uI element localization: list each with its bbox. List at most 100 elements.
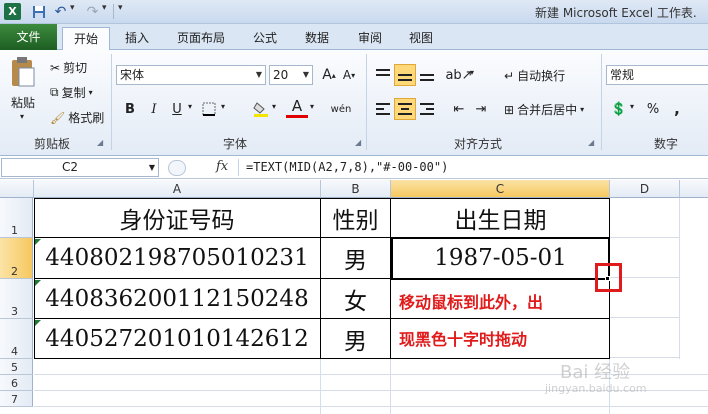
column-header-c[interactable]: C [391,180,610,198]
borders-icon[interactable] [198,98,220,120]
align-center-icon[interactable] [394,98,416,120]
formula-input[interactable]: =TEXT(MID(A2,7,8),"#-00-00") [246,160,448,174]
merge-center-button[interactable]: ⊞ 合并后居中 ▾ [504,101,584,118]
tab-page-layout[interactable]: 页面布局 [170,27,232,49]
increase-indent-icon[interactable]: ⇥ [470,98,492,120]
customize-quick-access-icon[interactable]: ▾ [118,3,123,13]
align-middle-icon[interactable] [394,64,416,86]
redo-icon[interactable]: ↷ [84,3,101,20]
font-color-dropdown-icon[interactable]: ▾ [310,102,314,111]
font-name-value: 宋体 [120,68,145,82]
cell-a3[interactable]: 440836200112150248 [34,279,321,319]
column-header-b[interactable]: B [321,180,391,198]
save-icon[interactable] [30,3,47,20]
font-name-combo[interactable]: 宋体 ▼ [116,65,266,85]
undo-dropdown-icon[interactable]: ▾ [70,3,75,13]
tab-review[interactable]: 审阅 [350,27,390,49]
wrap-text-icon: ↵ [504,68,515,83]
tab-insert[interactable]: 插入 [119,27,155,49]
excel-window: X ↶ ▾ ↷ ▾ ▾ 新建 Microsoft Excel 工作表. 文件 开… [0,0,708,414]
tab-home[interactable]: 开始 [62,27,110,51]
row-header-3[interactable]: 3 [0,279,33,319]
align-left-icon[interactable] [372,98,394,120]
fill-handle[interactable] [605,276,610,281]
column-header-d[interactable]: D [610,180,680,198]
align-bottom-icon[interactable] [416,64,438,86]
font-size-combo[interactable]: 20 ▼ [269,65,313,85]
toolbar-divider [113,4,114,19]
row-header-4[interactable]: 4 [0,319,33,359]
align-right-icon[interactable] [416,98,438,120]
align-top-icon[interactable] [372,64,394,86]
name-box[interactable]: C2 ▼ [1,158,159,177]
row-header-5[interactable]: 5 [0,359,33,375]
row-header-7[interactable]: 7 [0,391,33,407]
alignment-group-label: 对齐方式 [453,137,502,151]
phonetic-button[interactable]: wén [330,98,352,120]
row-header-2[interactable]: 2 [0,238,33,279]
copy-dropdown-icon[interactable]: ▾ [89,88,93,97]
percent-button[interactable]: % [642,98,664,120]
format-painter-button[interactable]: 🖌 格式刷 [50,109,104,126]
underline-dropdown-icon[interactable]: ▾ [188,102,192,111]
font-size-value: 20 [273,68,289,82]
brush-icon: 🖌 [50,110,66,125]
cell-b4[interactable]: 男 [321,319,391,359]
tab-formulas[interactable]: 公式 [245,27,285,49]
cell-b1[interactable]: 性别 [321,198,391,238]
cell-b2[interactable]: 男 [321,238,391,279]
tab-file[interactable]: 文件 [0,24,57,50]
orientation-dropdown-icon[interactable]: ▾ [470,68,474,77]
tab-view[interactable]: 视图 [401,27,441,49]
number-as-text-indicator[interactable] [35,280,41,286]
fill-color-icon[interactable] [250,98,272,120]
grow-font-icon[interactable]: A ▴ [318,64,340,86]
column-header-a[interactable]: A [34,180,321,198]
font-launcher-icon[interactable]: ◢ [355,138,361,147]
undo-icon[interactable]: ↶ [52,3,69,20]
fill-color-dropdown-icon[interactable]: ▾ [272,102,276,111]
cell-a2[interactable]: 440802198705010231 [34,238,321,279]
cut-button[interactable]: ✂ 剪切 [50,59,87,76]
cell-c1[interactable]: 出生日期 [391,198,610,238]
number-format-value: 常规 [610,68,635,82]
formula-bar-expander-icon[interactable] [168,160,186,176]
excel-logo-icon[interactable]: X [4,3,21,20]
merge-dropdown-icon[interactable]: ▾ [580,105,584,114]
redo-dropdown-icon[interactable]: ▾ [102,3,107,13]
alignment-launcher-icon[interactable]: ◢ [588,138,594,147]
chevron-down-icon[interactable]: ▼ [256,66,262,84]
select-all-corner[interactable] [0,180,34,198]
underline-button[interactable]: U [166,98,188,120]
tab-data[interactable]: 数据 [297,27,337,49]
cell-a1[interactable]: 身份证号码 [34,198,321,238]
comma-button[interactable]: , [666,98,688,120]
paste-button[interactable] [10,56,36,88]
decrease-indent-icon[interactable]: ⇤ [448,98,470,120]
borders-dropdown-icon[interactable]: ▾ [221,102,225,111]
font-color-icon[interactable]: A [286,96,308,118]
ribbon: 粘贴 ▾ ✂ 剪切 ⧉ 复制 ▾ 🖌 格式刷 剪贴板 ◢ 宋体 ▼ 20 ▼ A ▴ A ▾ B… [0,50,708,156]
cell-a4[interactable]: 440527201010142612 [34,319,321,359]
row-header-6[interactable]: 6 [0,375,33,391]
shrink-font-icon[interactable]: A ▾ [338,64,360,86]
number-as-text-indicator[interactable] [35,320,41,326]
group-divider [111,54,112,150]
clipboard-launcher-icon[interactable]: ◢ [97,138,103,147]
paste-dropdown-icon[interactable]: ▾ [20,112,24,121]
row-header-1[interactable]: 1 [0,198,33,238]
wrap-text-button[interactable]: ↵ 自动换行 [504,67,565,84]
paste-label[interactable]: 粘贴 [11,94,35,111]
fx-icon[interactable]: fx [216,159,228,174]
chevron-down-icon[interactable]: ▼ [149,159,155,176]
copy-button[interactable]: ⧉ 复制 ▾ [50,84,93,101]
chevron-down-icon[interactable]: ▼ [303,66,309,84]
bold-button[interactable]: B [119,98,141,120]
number-as-text-indicator[interactable] [35,239,41,245]
cell-b3[interactable]: 女 [321,279,391,319]
italic-button[interactable]: I [143,98,165,120]
currency-icon[interactable]: 💲 [608,98,630,120]
currency-dropdown-icon[interactable]: ▾ [630,102,634,111]
number-format-combo[interactable]: 常规 [606,65,708,85]
orientation-icon[interactable]: ab↗ [445,64,472,86]
